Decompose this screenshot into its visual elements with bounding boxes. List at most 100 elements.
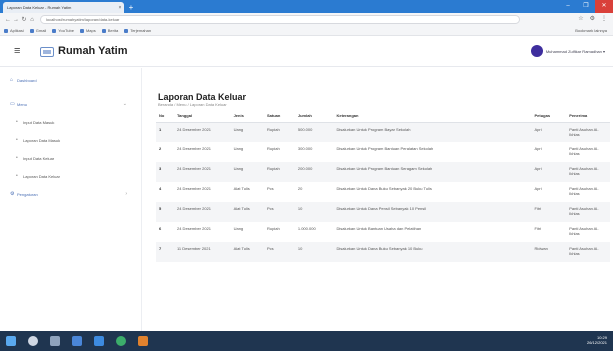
sidebar-item-label: Input Data Keluar (23, 155, 55, 161)
cell-keterangan: Disalurkan Untuk Dana Buku Sebanyak 10 B… (333, 242, 532, 262)
sidebar-item-pengaturan[interactable]: ⚙ Pengaturan › (0, 188, 141, 200)
dashboard-icon: ⌂ (10, 77, 14, 83)
cell-jenis: Uang (230, 162, 265, 182)
sidebar-item-label: Laporan Data Masuk (23, 137, 61, 143)
forward-icon[interactable]: → (12, 17, 20, 23)
cell-petugas: Apri (531, 162, 567, 182)
user-menu[interactable]: Muhammad Zulfikar Ramadhan ▾ (530, 45, 605, 57)
column-header-penerima[interactable]: Penerima (566, 110, 610, 123)
cell-tanggal: 11 Desember 2021 (174, 242, 231, 262)
search-icon[interactable] (22, 331, 44, 351)
cell-jumlah: 10 (294, 202, 334, 222)
sidebar-item-label: Menu (17, 101, 28, 107)
bookmark-item[interactable]: YouTube (52, 28, 74, 33)
cell-no: 6 (159, 226, 162, 231)
column-header-no[interactable]: No (156, 110, 174, 123)
sidebar-item-label: Laporan Data Keluar (23, 173, 60, 179)
cell-jenis: Alat Tulis (233, 186, 250, 191)
back-icon[interactable]: ← (4, 17, 12, 23)
hamburger-menu-icon[interactable]: ≡ (14, 46, 20, 57)
page-title: Laporan Data Keluar (158, 92, 247, 102)
file-explorer-icon[interactable] (66, 331, 88, 351)
sidebar-item-label: Dashboard (17, 77, 37, 83)
user-name: Muhammad Zulfikar Ramadhan ▾ (545, 48, 605, 54)
cell-keterangan: Disalurkan Untuk Dana Buku Sebanyak 20 B… (336, 186, 432, 191)
bookmarks-bar: Aplikasi Gmail YouTube Maps Berita Terje… (0, 26, 613, 36)
cell-no: 2 (159, 146, 162, 151)
column-header-petugas[interactable]: Petugas (531, 110, 567, 123)
maximize-icon[interactable]: ❐ (577, 0, 595, 13)
cell-jumlah: 10 (294, 242, 334, 262)
bullet-icon: • (16, 173, 18, 179)
cell-no: 3 (156, 162, 174, 182)
table-row: 7 11 Desember 2021 Alat Tulis Pcs 10 Disalurk… (156, 242, 610, 262)
task-view-icon[interactable] (44, 331, 66, 351)
table-header-row: No Tanggal Jenis Satuan Jumlah Keteranga… (156, 110, 610, 123)
clock-date: 26/12/2021 (586, 340, 607, 345)
column-header-jumlah[interactable]: Jumlah (294, 110, 334, 123)
minimize-icon[interactable]: – (559, 0, 577, 13)
cell-satuan: Rupiah (267, 226, 280, 231)
bookmark-item[interactable]: Maps (79, 28, 96, 33)
chevron-down-icon: ⌄ (122, 101, 127, 107)
system-tray[interactable]: 10:29 26/12/2021 (587, 335, 607, 345)
taskbar: 10:29 26/12/2021 (0, 331, 613, 351)
cell-satuan: Rupiah (267, 146, 280, 151)
chrome-browser-icon[interactable] (110, 331, 132, 351)
table-row: 4 24 Desember 2021 Alat Tulis Pcs 20 Disalurk… (156, 182, 610, 202)
cell-satuan: Pcs (264, 202, 295, 222)
cell-jumlah: 20 (297, 186, 303, 191)
browser-actions: ☆ ⚙ ⋮ (578, 15, 607, 22)
app-icon[interactable] (132, 331, 154, 351)
url-field[interactable]: localhost/rumahyatim/laporan/data-keluar (40, 15, 520, 24)
new-tab-button[interactable]: + (126, 3, 136, 12)
bookmark-item[interactable]: Gmail (29, 28, 46, 33)
cell-tanggal: 24 Desember 2021 (177, 146, 212, 151)
reload-icon[interactable]: ↻ (20, 16, 28, 23)
cell-keterangan: Disalurkan Untuk Dana Pensil Sebanyak 10… (333, 202, 532, 222)
cell-jumlah: 300.000 (297, 146, 313, 151)
sidebar-item-input-data-keluar[interactable]: • Input Data Keluar (0, 152, 141, 164)
cell-penerima: Panti Asuhan Al-Ikhlas (569, 186, 599, 196)
close-window-icon[interactable]: ✕ (595, 0, 613, 13)
cell-petugas: Ridwan (531, 242, 567, 262)
cell-jenis: Uang (233, 146, 244, 151)
bookmark-star-icon[interactable]: ☆ (578, 15, 583, 22)
cell-satuan: Pcs (267, 186, 274, 191)
home-icon[interactable]: ⌂ (28, 17, 36, 23)
bookmark-item[interactable]: Aplikasi (4, 28, 24, 33)
sidebar-item-menu[interactable]: ▭ Menu ⌄ (0, 98, 141, 110)
cell-tanggal: 24 Desember 2021 (174, 202, 231, 222)
cell-jumlah: 200.000 (294, 162, 334, 182)
sidebar-item-laporan-data-masuk[interactable]: • Laporan Data Masuk (0, 134, 141, 146)
tab-close-icon[interactable]: × (116, 5, 124, 11)
breadcrumb: Beranda / Menu / Laporan Data Keluar (158, 102, 227, 107)
column-header-tanggal[interactable]: Tanggal (174, 110, 231, 123)
bookmark-item[interactable]: Berita (101, 28, 118, 33)
address-bar-row: ← → ↻ ⌂ localhost/rumahyatim/laporan/dat… (0, 13, 613, 26)
bullet-icon: • (16, 155, 18, 161)
cell-keterangan: Disalurkan Untuk Program Bantuan Seragam… (333, 162, 532, 182)
sidebar-item-laporan-data-keluar[interactable]: • Laporan Data Keluar (0, 170, 141, 182)
extensions-icon[interactable]: ⚙ (590, 15, 595, 22)
start-button-icon[interactable] (0, 331, 22, 351)
cell-penerima: Panti Asuhan Al-Ikhlas (566, 202, 610, 222)
cell-tanggal: 24 Desember 2021 (174, 122, 231, 142)
browser-menu-icon[interactable]: ⋮ (601, 15, 607, 22)
browser-tab[interactable]: Laporan Data Keluar - Rumah Yatim × (3, 2, 124, 13)
bookmark-item[interactable]: Terjemahan (124, 28, 151, 33)
other-bookmarks[interactable]: Bookmark lainnya (575, 28, 607, 33)
bullet-icon: • (16, 137, 18, 143)
edge-browser-icon[interactable] (88, 331, 110, 351)
cell-satuan: Pcs (264, 242, 295, 262)
cell-tanggal: 24 Desember 2021 (174, 162, 231, 182)
cell-penerima: Panti Asuhan Al-Ikhlas (566, 242, 610, 262)
browser-tab-strip: Laporan Data Keluar - Rumah Yatim × + – … (0, 0, 613, 13)
cell-jenis: Uang (233, 226, 244, 231)
brand-title[interactable]: Rumah Yatim (58, 45, 128, 57)
column-header-jenis[interactable]: Jenis (230, 110, 265, 123)
sidebar-item-dashboard[interactable]: ⌂ Dashboard (0, 74, 141, 86)
sidebar-item-input-data-masuk[interactable]: • Input Data Masuk (0, 116, 141, 128)
column-header-satuan[interactable]: Satuan (264, 110, 295, 123)
column-header-keterangan[interactable]: Keterangan (333, 110, 532, 123)
